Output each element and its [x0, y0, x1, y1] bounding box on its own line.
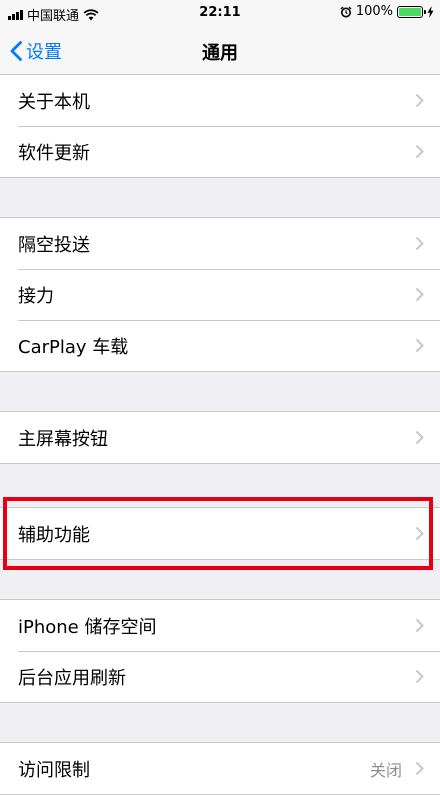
settings-group-restrictions: 访问限制 关闭 [0, 742, 440, 795]
chevron-right-icon [415, 338, 424, 353]
highlight-annotation [3, 497, 433, 570]
chevron-right-icon [415, 430, 424, 445]
row-label: 接力 [18, 285, 54, 307]
chevron-right-icon [415, 93, 424, 108]
settings-group-home-button: 主屏幕按钮 [0, 411, 440, 464]
chevron-right-icon [415, 287, 424, 302]
settings-group-connectivity: 隔空投送 接力 CarPlay 车载 [0, 217, 440, 372]
battery-icon [397, 5, 426, 18]
row-home-button[interactable]: 主屏幕按钮 [0, 412, 440, 463]
charging-bolt-icon [427, 5, 434, 18]
row-about[interactable]: 关于本机 [0, 75, 440, 126]
alarm-icon [340, 6, 352, 17]
chevron-right-icon [415, 144, 424, 159]
row-label: 软件更新 [18, 142, 90, 164]
row-background-app-refresh[interactable]: 后台应用刷新 [0, 651, 440, 702]
row-label: 关于本机 [18, 91, 90, 113]
row-label: 主屏幕按钮 [18, 428, 108, 450]
row-label: 隔空投送 [18, 234, 90, 256]
status-bar: 中国联通 22:11 100% [0, 0, 440, 26]
row-carplay[interactable]: CarPlay 车载 [0, 320, 440, 371]
status-right: 100% [340, 4, 434, 19]
row-software-update[interactable]: 软件更新 [0, 126, 440, 177]
row-handoff[interactable]: 接力 [0, 269, 440, 320]
row-label: 访问限制 [18, 759, 90, 781]
chevron-right-icon [415, 618, 424, 633]
settings-group-storage: iPhone 储存空间 后台应用刷新 [0, 599, 440, 703]
chevron-right-icon [415, 669, 424, 684]
row-label: CarPlay 车载 [18, 336, 129, 358]
row-label: iPhone 储存空间 [18, 616, 157, 638]
chevron-right-icon [415, 761, 424, 776]
battery-percent: 100% [355, 4, 393, 19]
navigation-bar: 设置 通用 [0, 26, 440, 75]
page-title: 通用 [202, 43, 238, 64]
row-value: 关闭 [369, 760, 402, 780]
settings-group-about: 关于本机 软件更新 [0, 74, 440, 178]
row-iphone-storage[interactable]: iPhone 储存空间 [0, 600, 440, 651]
row-label: 后台应用刷新 [18, 667, 126, 689]
row-restrictions[interactable]: 访问限制 关闭 [0, 743, 440, 794]
chevron-right-icon [415, 236, 424, 251]
row-airdrop[interactable]: 隔空投送 [0, 218, 440, 269]
